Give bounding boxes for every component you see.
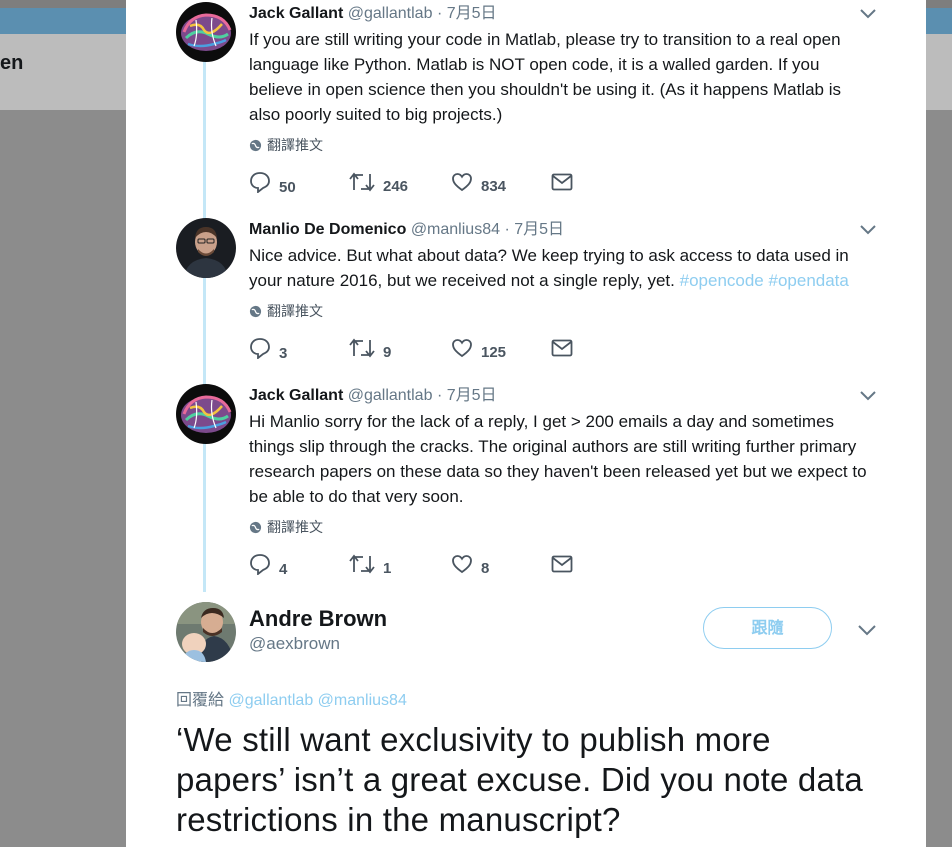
thread-tweet[interactable]: Jack Gallant @gallantlab · 7月5日 Hi Manli… — [176, 384, 876, 594]
follow-button[interactable]: 跟隨 — [703, 607, 832, 649]
like-count: 834 — [481, 178, 507, 195]
mention-link[interactable]: @gallantlab — [228, 692, 313, 709]
reply-icon — [250, 338, 270, 359]
thread-tweet[interactable]: Manlio De Domenico @manlius84 · 7月5日 Nic… — [176, 218, 876, 378]
retweet-count: 1 — [383, 560, 392, 577]
like-button[interactable]: 125 — [451, 338, 551, 361]
direct-message-button[interactable] — [551, 555, 573, 573]
retweet-icon — [349, 172, 375, 192]
chevron-down-icon[interactable] — [860, 390, 876, 402]
tweet-date[interactable]: 7月5日 — [447, 5, 497, 22]
tweet-date[interactable]: 7月5日 — [514, 221, 564, 238]
retweet-icon — [349, 554, 375, 574]
person-avatar-icon[interactable] — [176, 602, 236, 662]
tweet-header: Manlio De Domenico @manlius84 · 7月5日 — [249, 218, 564, 242]
background-header-fragment: en — [0, 52, 24, 74]
reply-prefix: 回覆給 — [176, 692, 225, 709]
author-name[interactable]: Jack Gallant — [249, 387, 343, 404]
separator: · — [436, 5, 443, 22]
translate-tweet-link[interactable]: 翻譯推文 — [249, 135, 323, 155]
like-button[interactable]: 8 — [451, 554, 551, 577]
retweet-icon — [349, 338, 375, 358]
translate-tweet-link[interactable]: 翻譯推文 — [249, 517, 323, 537]
reply-count: 4 — [279, 561, 288, 578]
envelope-icon — [551, 173, 573, 191]
tweet-header: Jack Gallant @gallantlab · 7月5日 — [249, 384, 497, 408]
retweet-button[interactable]: 9 — [349, 338, 451, 361]
tweet-date[interactable]: 7月5日 — [447, 387, 497, 404]
main-tweet-text: ‘We still want exclusivity to publish mo… — [176, 721, 863, 838]
globe-icon — [249, 521, 262, 533]
tweet-text: Nice advice. But what about data? We kee… — [249, 243, 869, 293]
author-name[interactable]: Andre Brown — [249, 606, 387, 632]
brain-avatar-icon[interactable] — [176, 2, 236, 62]
globe-icon — [249, 305, 262, 317]
direct-message-button[interactable] — [551, 339, 573, 357]
retweet-count: 9 — [383, 344, 392, 361]
envelope-icon — [551, 555, 573, 573]
author-handle[interactable]: @aexbrown — [249, 634, 340, 654]
reply-icon — [250, 172, 270, 193]
chevron-down-icon[interactable] — [860, 224, 876, 236]
globe-icon — [249, 139, 262, 151]
author-handle[interactable]: @gallantlab — [348, 387, 433, 404]
retweet-button[interactable]: 1 — [349, 554, 451, 577]
reply-button[interactable]: 4 — [249, 553, 349, 578]
retweet-button[interactable]: 246 — [349, 172, 451, 195]
tweet-text: Hi Manlio sorry for the lack of a reply,… — [249, 412, 867, 506]
chevron-down-icon[interactable] — [860, 8, 876, 20]
retweet-count: 246 — [383, 178, 409, 195]
heart-icon — [452, 173, 472, 192]
translate-tweet-link[interactable]: 翻譯推文 — [249, 301, 323, 321]
tweet-header: Jack Gallant @gallantlab · 7月5日 — [249, 2, 497, 26]
heart-icon — [452, 339, 472, 358]
author-name[interactable]: Manlio De Domenico — [249, 221, 406, 238]
chevron-down-icon[interactable] — [858, 624, 876, 636]
separator: · — [436, 387, 443, 404]
translate-label: 翻譯推文 — [267, 303, 323, 319]
translate-label: 翻譯推文 — [267, 519, 323, 535]
tweet-actions: 4 1 8 — [249, 550, 573, 578]
tweet-actions: 50 246 834 — [249, 168, 573, 196]
translate-label: 翻譯推文 — [267, 137, 323, 153]
reply-button[interactable]: 50 — [249, 171, 349, 196]
like-button[interactable]: 834 — [451, 172, 551, 195]
like-count: 8 — [481, 560, 490, 577]
tweet-text: If you are still writing your code in Ma… — [249, 30, 842, 124]
reply-icon — [250, 554, 270, 575]
direct-message-button[interactable] — [551, 173, 573, 191]
heart-icon — [452, 555, 472, 574]
reply-button[interactable]: 3 — [249, 337, 349, 362]
separator: · — [504, 221, 510, 238]
reply-count: 3 — [279, 345, 288, 362]
like-count: 125 — [481, 344, 507, 361]
envelope-icon — [551, 339, 573, 357]
author-handle[interactable]: @manlius84 — [411, 221, 500, 238]
thread-tweet[interactable]: Jack Gallant @gallantlab · 7月5日 If you a… — [176, 2, 876, 202]
brain-avatar-icon[interactable] — [176, 384, 236, 444]
reply-context: 回覆給 @gallantlab @manlius84 — [176, 686, 407, 710]
hashtag-link[interactable]: #opencode — [680, 271, 764, 290]
tweet-actions: 3 9 125 — [249, 334, 573, 362]
reply-count: 50 — [279, 179, 296, 196]
hashtag-link[interactable]: #opendata — [769, 271, 849, 290]
author-name[interactable]: Jack Gallant — [249, 5, 343, 22]
author-handle[interactable]: @gallantlab — [348, 5, 433, 22]
person-avatar-icon[interactable] — [176, 218, 236, 278]
mention-link[interactable]: @manlius84 — [318, 692, 407, 709]
